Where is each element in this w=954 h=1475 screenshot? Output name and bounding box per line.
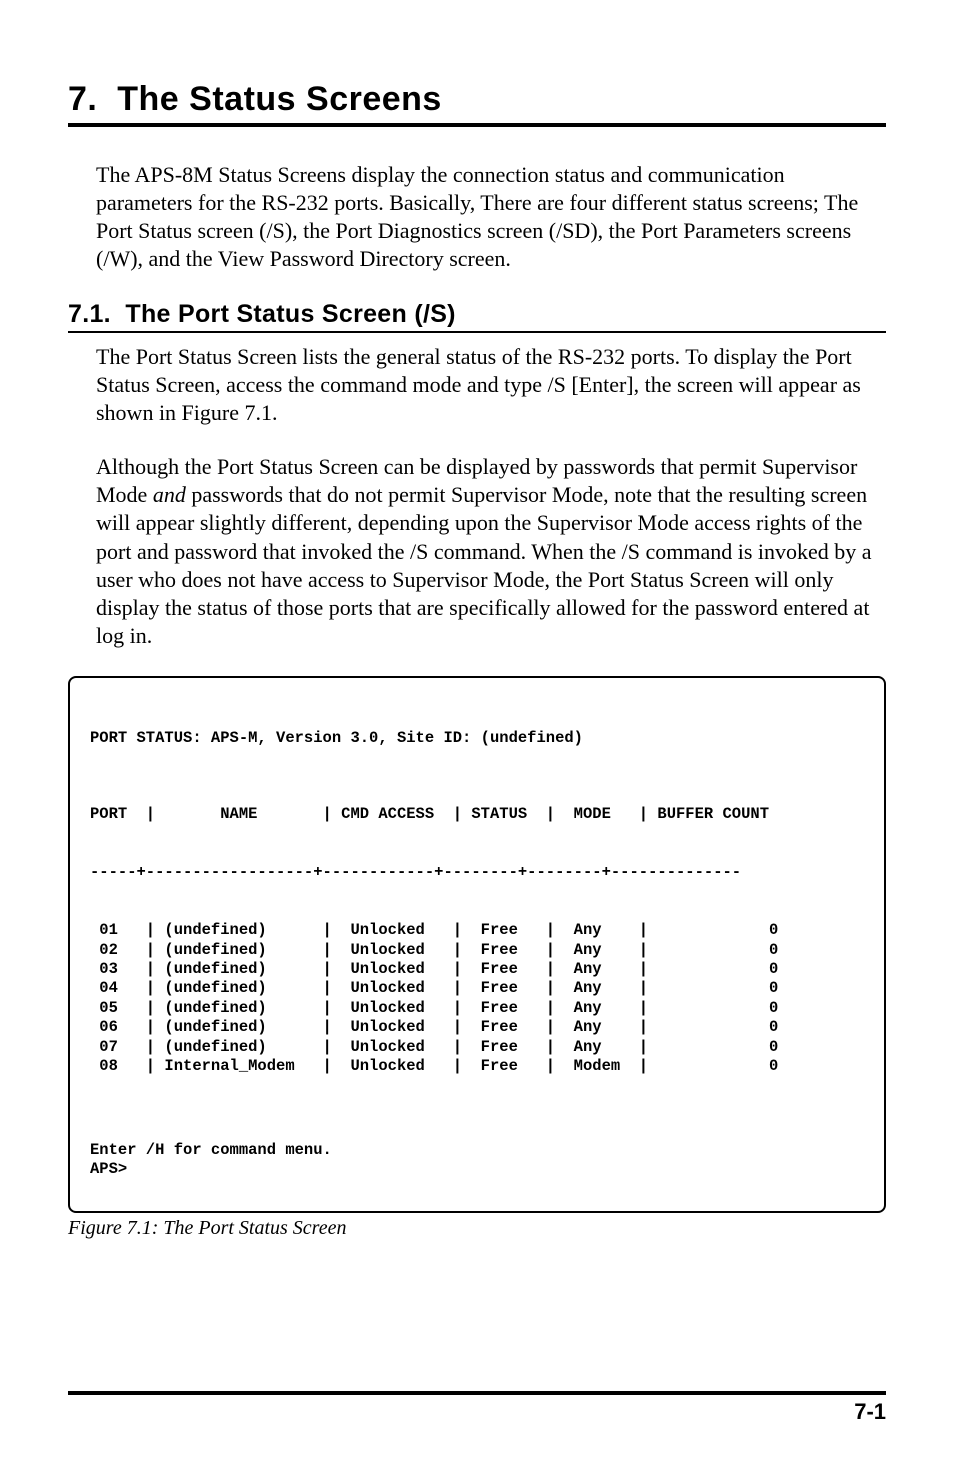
para2-post: passwords that do not permit Supervisor … (96, 482, 872, 648)
terminal-header-row: PORT | NAME | CMD ACCESS | STATUS | MODE… (90, 805, 864, 824)
para2-italic: and (153, 482, 186, 507)
terminal-output: PORT STATUS: APS-M, Version 3.0, Site ID… (68, 676, 886, 1213)
section-paragraph-1: The Port Status Screen lists the general… (96, 343, 886, 427)
section-paragraph-2: Although the Port Status Screen can be d… (96, 453, 886, 650)
section-number: 7.1. (68, 300, 111, 328)
chapter-title: 7. The Status Screens (68, 80, 886, 127)
terminal-data-rows: 01 | (undefined) | Unlocked | Free | Any… (90, 921, 864, 1076)
page-footer: 7-1 (68, 1391, 886, 1425)
chapter-number: 7. (68, 80, 97, 118)
chapter-title-text: The Status Screens (117, 80, 442, 118)
section-title-text: The Port Status Screen (/S) (125, 300, 455, 328)
page-number: 7-1 (68, 1399, 886, 1425)
terminal-title-line: PORT STATUS: APS-M, Version 3.0, Site ID… (90, 729, 864, 748)
figure-caption: Figure 7.1: The Port Status Screen (68, 1217, 886, 1240)
terminal-separator: -----+------------------+------------+--… (90, 863, 864, 882)
section-title: 7.1. The Port Status Screen (/S) (68, 300, 886, 333)
intro-paragraph: The APS-8M Status Screens display the co… (96, 161, 886, 274)
terminal-footer: Enter /H for command menu. APS> (90, 1141, 864, 1180)
footer-rule (68, 1391, 886, 1395)
